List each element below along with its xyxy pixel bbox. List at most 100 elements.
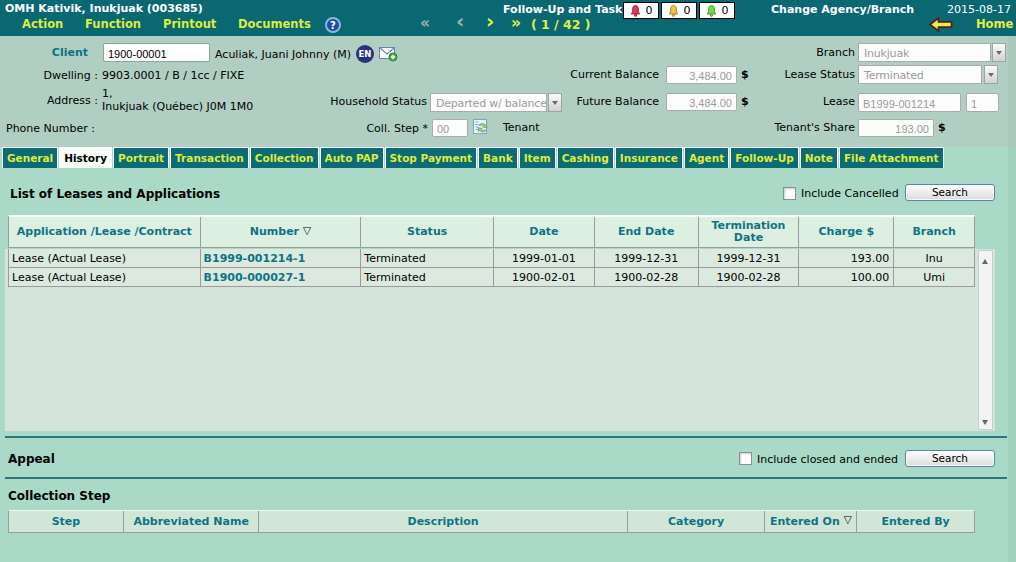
nav-first-button[interactable]: « — [420, 14, 430, 32]
branch-dropdown-button[interactable] — [992, 43, 1006, 62]
tab-note[interactable]: Note — [800, 147, 838, 168]
menu-documents[interactable]: Documents — [238, 17, 311, 31]
column-header-label: Branch — [912, 226, 955, 238]
column-header-label: Step — [52, 515, 81, 528]
column-header-label: Number — [250, 226, 299, 238]
menu-function[interactable]: Function — [85, 17, 141, 31]
leases-search-button[interactable]: Search — [905, 184, 995, 201]
tenant-share-input — [858, 119, 934, 137]
column-header-label: Entered On — [770, 515, 840, 528]
collection-section-title: Collection Step — [8, 489, 110, 503]
divider-collection — [5, 477, 1007, 479]
tab-portrait[interactable]: Portrait — [113, 147, 169, 168]
column-header-termination-date[interactable]: Termination Date — [699, 217, 800, 247]
tab-auto-pap[interactable]: Auto PAP — [320, 147, 384, 168]
column-header-status[interactable]: Status — [361, 217, 494, 247]
current-balance-label: Current Balance — [570, 68, 659, 81]
tab-file-attachment[interactable]: File Attachment — [839, 147, 944, 168]
appeal-search-button[interactable]: Search — [905, 450, 995, 467]
tab-general[interactable]: General — [2, 147, 58, 168]
cell-end-date: 1900-02-28 — [595, 268, 699, 286]
column-header-step[interactable]: Step — [9, 511, 124, 532]
coll-step-input — [432, 119, 468, 137]
send-mail-icon[interactable] — [379, 46, 398, 62]
column-header-label: Entered By — [882, 515, 950, 528]
lease-list-scrollbar[interactable] — [978, 250, 993, 430]
tab-stop-payment[interactable]: Stop Payment — [385, 147, 478, 168]
column-header-charge-[interactable]: Charge $ — [799, 217, 894, 247]
menu-action[interactable]: Action — [22, 17, 63, 31]
tab-cashing[interactable]: Cashing — [557, 147, 614, 168]
client-name: Aculiak, Juani Johnny (M) — [215, 48, 351, 61]
home-link[interactable]: Home — [976, 17, 1013, 31]
tab-collection[interactable]: Collection — [250, 147, 319, 168]
green-bell-alert-box[interactable]: 0 — [699, 2, 735, 19]
yellow-bell-alert-box[interactable]: 0 — [661, 2, 697, 19]
nav-next-button[interactable]: › — [486, 9, 494, 33]
tab-agent[interactable]: Agent — [684, 147, 729, 168]
window-title: OMH Kativik, Inukjuak (003685) — [5, 2, 203, 15]
help-icon[interactable]: ? — [325, 17, 341, 33]
cell-branch: Umi — [894, 268, 974, 286]
cell-number[interactable]: B1999-001214-1 — [201, 249, 362, 267]
nav-previous-button[interactable]: ‹ — [456, 9, 464, 33]
column-header-label: Abbreviated Name — [133, 515, 248, 528]
column-header-label: Charge $ — [818, 226, 874, 238]
lease-sequence-input — [966, 93, 999, 112]
column-header-end-date[interactable]: End Date — [595, 217, 699, 247]
cell-date: 1999-01-01 — [494, 249, 595, 267]
column-header-entered-by[interactable]: Entered By — [857, 511, 974, 532]
coll-step-refresh-icon[interactable] — [473, 119, 490, 136]
menu-printout[interactable]: Printout — [163, 17, 216, 31]
scroll-down-button[interactable] — [979, 414, 992, 429]
column-header-category[interactable]: Category — [628, 511, 766, 532]
red-bell-alert-box[interactable]: 0 — [623, 2, 659, 19]
client-input[interactable] — [103, 43, 210, 62]
column-header-label: End Date — [618, 226, 674, 238]
cell-date: 1900-02-01 — [494, 268, 595, 286]
address-line2: Inukjuak (Québec) J0M 1M0 — [102, 100, 253, 113]
cell-end-date: 1999-12-31 — [595, 249, 699, 267]
red-bell-count: 0 — [646, 4, 653, 17]
nav-last-button[interactable]: » — [511, 14, 521, 32]
column-header-entered-on[interactable]: Entered On▽ — [765, 511, 857, 532]
dwelling-value: 9903.0001 / B / 1cc / FIXE — [102, 69, 244, 82]
lease-status-dropdown-button[interactable] — [984, 65, 998, 84]
coll-step-label: Coll. Step * — [366, 122, 428, 135]
column-header-label: Description — [408, 515, 479, 528]
column-header-abbreviated-name[interactable]: Abbreviated Name — [124, 511, 260, 532]
client-label: Client — [52, 46, 88, 59]
column-header-label: Date — [529, 226, 558, 238]
branch-select[interactable]: Inukjuak — [858, 43, 991, 62]
scroll-up-button[interactable] — [979, 251, 992, 266]
collection-table-header: Step Abbreviated Name Description Category E… — [8, 510, 975, 533]
household-dropdown-button[interactable] — [548, 93, 562, 112]
address-label: Address : — [47, 94, 98, 107]
household-status-select[interactable]: Departed w/ balance — [430, 93, 547, 112]
red-bell-icon — [630, 5, 641, 17]
tab-follow-up[interactable]: Follow-Up — [730, 147, 798, 168]
branch-label: Branch — [816, 46, 855, 59]
column-header-application-lease-contract[interactable]: Application /Lease /Contract — [9, 217, 201, 247]
address-line1: 1, — [102, 87, 113, 100]
back-arrow-icon[interactable] — [929, 17, 953, 32]
include-cancelled-checkbox[interactable] — [783, 187, 796, 200]
column-header-number[interactable]: Number▽ — [201, 217, 362, 247]
lease-status-label: Lease Status — [785, 68, 856, 81]
cell-number[interactable]: B1900-000027-1 — [201, 268, 362, 286]
lease-status-select[interactable]: Terminated — [858, 65, 982, 84]
tab-item[interactable]: Item — [519, 147, 556, 168]
lease-input — [858, 93, 961, 112]
cell-application-lease-contract: Lease (Actual Lease) — [9, 268, 201, 286]
tab-history[interactable]: History — [59, 147, 112, 168]
column-header-label: Category — [668, 515, 724, 528]
column-header-branch[interactable]: Branch — [894, 217, 974, 247]
tab-bank[interactable]: Bank — [478, 147, 518, 168]
change-agency-link[interactable]: Change Agency/Branch — [771, 3, 914, 16]
column-header-description[interactable]: Description — [259, 511, 627, 532]
column-header-date[interactable]: Date — [494, 217, 595, 247]
tab-insurance[interactable]: Insurance — [615, 147, 683, 168]
green-bell-count: 0 — [722, 4, 729, 17]
tab-transaction[interactable]: Transaction — [170, 147, 249, 168]
include-closed-checkbox[interactable] — [739, 452, 752, 465]
